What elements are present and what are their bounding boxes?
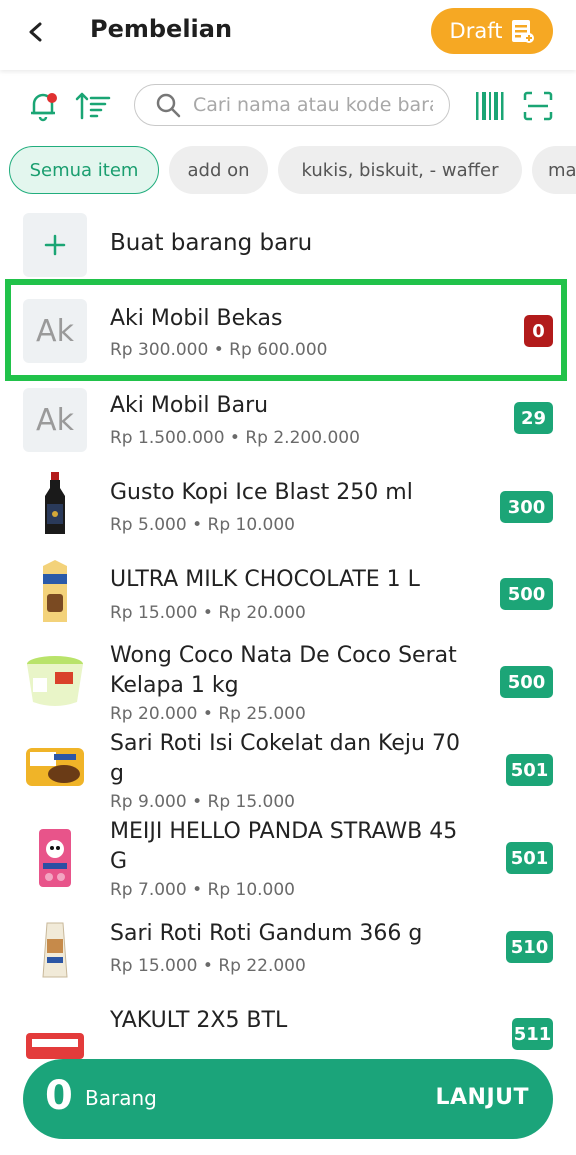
list-item[interactable]: Ak Aki Mobil Baru Rp 1.500.000 • Rp 2.20… xyxy=(0,380,576,468)
chip-more[interactable]: ma xyxy=(532,146,576,194)
continue-button[interactable]: LANJUT xyxy=(435,1085,529,1110)
item-price: Rp 20.000 • Rp 25.000 xyxy=(110,704,306,724)
cart-count: 0 xyxy=(45,1073,73,1119)
product-image xyxy=(23,560,87,624)
draft-button[interactable]: Draft xyxy=(431,8,553,54)
stock-badge: 300 xyxy=(500,491,553,523)
selection-highlight xyxy=(5,279,567,381)
product-image xyxy=(23,918,87,982)
stock-badge: 29 xyxy=(514,402,553,434)
list-item[interactable]: Sari Roti Isi Cokelat dan Keju 70 g Rp 9… xyxy=(0,728,576,816)
product-image xyxy=(23,472,87,536)
draft-label: Draft xyxy=(449,19,503,43)
item-name: Aki Mobil Baru xyxy=(110,393,269,418)
stock-badge: 500 xyxy=(500,578,553,610)
stock-badge: 511 xyxy=(512,1018,553,1050)
item-name: YAKULT 2X5 BTL xyxy=(110,1008,288,1033)
list-item[interactable]: ULTRA MILK CHOCOLATE 1 L Rp 15.000 • Rp … xyxy=(0,556,576,644)
item-name: Sari Roti Roti Gandum 366 g xyxy=(110,921,423,946)
cart-count-label: Barang xyxy=(85,1086,157,1110)
item-name: ULTRA MILK CHOCOLATE 1 L xyxy=(110,567,420,592)
list-item[interactable]: Sari Roti Roti Gandum 366 g Rp 15.000 • … xyxy=(0,916,576,1004)
search-icon xyxy=(156,93,181,118)
item-price: Rp 9.000 • Rp 15.000 xyxy=(110,792,295,812)
list-item[interactable]: MEIJI HELLO PANDA STRAWB 45 G Rp 7.000 •… xyxy=(0,816,576,904)
item-price: Rp 5.000 • Rp 10.000 xyxy=(110,515,295,535)
item-name: MEIJI HELLO PANDA STRAWB 45 G xyxy=(110,819,458,874)
stock-badge: 501 xyxy=(506,842,553,874)
search-input[interactable] xyxy=(191,93,435,117)
item-name: Wong Coco Nata De Coco Serat Kelapa 1 kg xyxy=(110,643,457,698)
stock-badge: 501 xyxy=(506,754,553,786)
scan-icon[interactable] xyxy=(520,88,556,124)
draft-doc-icon xyxy=(512,20,535,43)
notification-bell-icon[interactable] xyxy=(26,88,60,124)
product-image xyxy=(23,734,87,798)
stock-badge: 500 xyxy=(500,666,553,698)
page-title: Pembelian xyxy=(90,15,233,43)
item-name: Gusto Kopi Ice Blast 250 ml xyxy=(110,480,413,505)
item-thumbnail: Ak xyxy=(23,388,87,452)
plus-icon xyxy=(23,213,87,277)
checkout-bar[interactable]: 0 Barang LANJUT xyxy=(23,1059,553,1139)
list-item[interactable]: Wong Coco Nata De Coco Serat Kelapa 1 kg… xyxy=(0,640,576,728)
item-price: Rp 15.000 • Rp 20.000 xyxy=(110,603,306,623)
chip-semua-item[interactable]: Semua item xyxy=(9,146,159,194)
sort-icon[interactable] xyxy=(74,88,112,124)
item-price: Rp 15.000 • Rp 22.000 xyxy=(110,956,306,976)
stock-badge: 510 xyxy=(506,931,553,963)
category-filter-bar: Semua item add on kukis, biskuit, - waff… xyxy=(0,146,576,196)
product-image xyxy=(23,650,87,714)
top-app-bar: Pembelian Draft xyxy=(0,0,576,70)
chip-add-on[interactable]: add on xyxy=(169,146,268,194)
list-item[interactable]: Gusto Kopi Ice Blast 250 ml Rp 5.000 • R… xyxy=(0,468,576,556)
create-new-item-row[interactable]: Buat barang baru xyxy=(0,210,576,280)
back-arrow-icon[interactable] xyxy=(18,14,54,50)
search-bar[interactable] xyxy=(134,84,450,126)
item-name: Sari Roti Isi Cokelat dan Keju 70 g xyxy=(110,731,460,786)
item-price: Rp 7.000 • Rp 10.000 xyxy=(110,880,295,900)
product-image xyxy=(23,826,87,890)
item-price: Rp 1.500.000 • Rp 2.200.000 xyxy=(110,428,360,448)
barcode-icon[interactable] xyxy=(472,88,508,124)
create-new-item-label: Buat barang baru xyxy=(110,230,313,256)
chip-kukis-biskuit-waffer[interactable]: kukis, biskuit, - waffer xyxy=(278,146,522,194)
